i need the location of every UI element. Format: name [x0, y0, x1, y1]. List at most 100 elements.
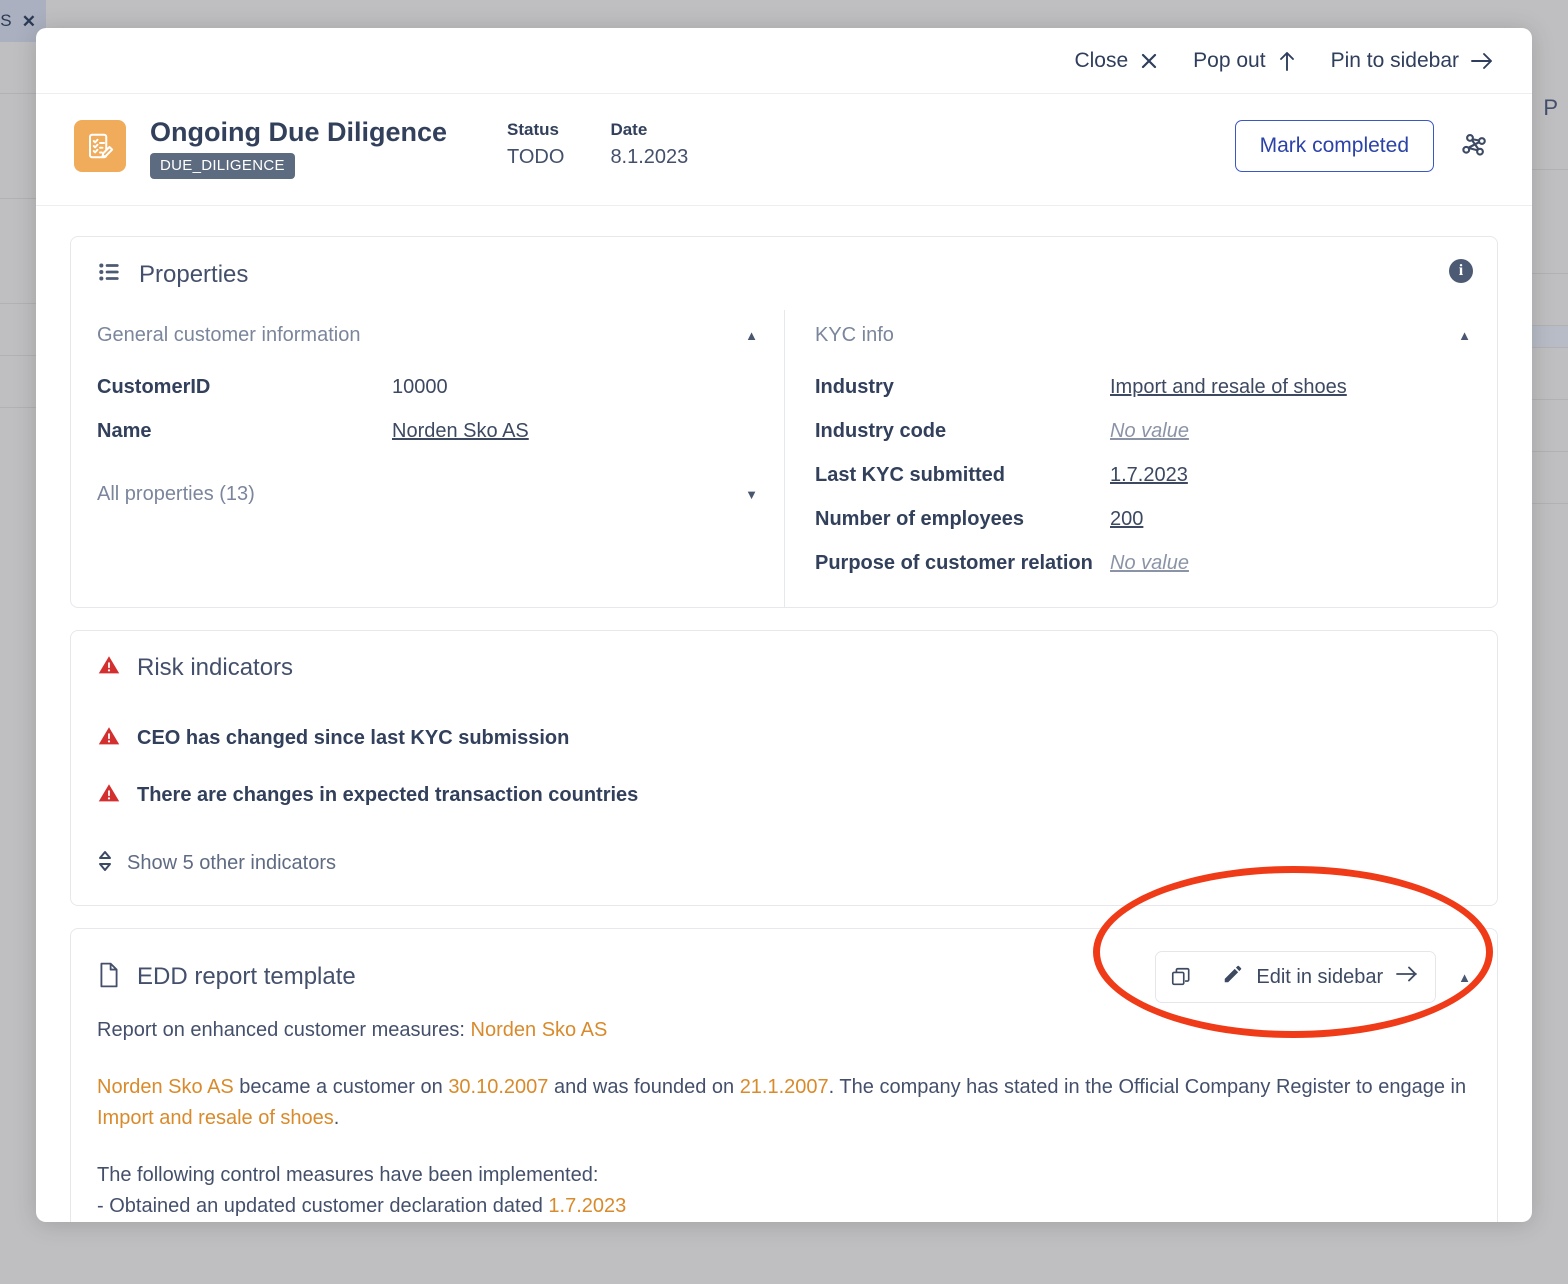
task-header: Ongoing Due Diligence DUE_DILIGENCE Stat… [36, 94, 1532, 207]
list-icon [97, 259, 123, 290]
general-customer-information-group: General customer information ▲ CustomerI… [71, 310, 784, 607]
property-row: Purpose of customer relation No value [815, 541, 1471, 585]
close-button[interactable]: Close [1074, 49, 1159, 73]
header-actions: Mark completed [1234, 120, 1494, 172]
edit-in-sidebar-button[interactable]: Edit in sidebar [1206, 952, 1436, 1003]
pin-to-sidebar-button[interactable]: Pin to sidebar [1331, 49, 1494, 73]
property-key: Number of employees [815, 508, 1024, 531]
properties-title: Properties [139, 260, 249, 288]
risk-indicator-item[interactable]: CEO has changed since last KYC submissio… [97, 710, 1471, 767]
chevron-down-icon: ▼ [745, 487, 758, 503]
edd-declaration-date: 1.7.2023 [548, 1195, 627, 1218]
general-customer-information-toggle[interactable]: General customer information ▲ [97, 320, 758, 365]
edd-text: and was founded on [548, 1076, 740, 1099]
warning-triangle-icon [97, 781, 121, 810]
edd-controls-intro: The following control measures have been… [97, 1164, 599, 1187]
network-graph-icon[interactable] [1456, 127, 1494, 165]
date-value: 8.1.2023 [610, 146, 689, 168]
group-label: General customer information [97, 324, 361, 347]
warning-triangle-icon [97, 653, 121, 682]
close-icon[interactable]: ✕ [22, 13, 36, 30]
expand-vertical-icon [97, 850, 113, 877]
edd-company-name: Norden Sko AS [470, 1019, 608, 1042]
status-field: Status TODO [507, 120, 564, 169]
pencil-icon [1222, 963, 1244, 991]
properties-card: Properties i General customer informatio… [70, 236, 1498, 609]
property-value: 10000 [392, 376, 448, 399]
show-other-indicators-button[interactable]: Show 5 other indicators [97, 850, 1471, 877]
edd-report-body: Report on enhanced customer measures: No… [97, 1003, 1471, 1222]
date-label: Date [610, 120, 648, 139]
page-title: Ongoing Due Diligence [150, 117, 448, 147]
chevron-up-icon[interactable]: ▲ [1458, 971, 1471, 984]
all-properties-toggle[interactable]: All properties (13) ▼ [97, 453, 758, 510]
group-label: KYC info [815, 324, 894, 347]
task-meta: Status TODO Date 8.1.2023 [507, 120, 688, 169]
all-properties-label: All properties (13) [97, 483, 255, 506]
warning-triangle-icon [97, 724, 121, 753]
property-value-link[interactable]: Norden Sko AS [392, 418, 529, 444]
edd-text: . The company has stated in the Official… [828, 1076, 1467, 1099]
background-tab-label: AS [0, 11, 12, 30]
property-key: Name [97, 420, 152, 443]
property-key: CustomerID [97, 376, 211, 399]
copy-icon[interactable] [1156, 955, 1207, 1000]
edd-control-line-1: - Obtained an updated customer declarati… [97, 1191, 1471, 1222]
arrow-right-icon [1395, 965, 1419, 989]
property-row: CustomerID 10000 [97, 365, 758, 409]
property-value-link[interactable]: 1.7.2023 [1110, 462, 1188, 488]
risk-indicator-label: There are changes in expected transactio… [137, 784, 639, 807]
risk-indicator-label: CEO has changed since last KYC submissio… [137, 727, 570, 750]
edd-founded-date: 21.1.2007 [739, 1076, 829, 1099]
close-x-icon [1139, 51, 1159, 71]
risk-indicators-title: Risk indicators [137, 653, 294, 681]
pin-to-sidebar-button-label: Pin to sidebar [1330, 48, 1459, 72]
arrow-up-icon [1277, 50, 1297, 72]
property-row: Last KYC submitted 1.7.2023 [815, 453, 1471, 497]
arrow-right-icon [1470, 51, 1494, 71]
property-value-link[interactable]: 200 [1110, 506, 1143, 532]
edd-intro-text: Report on enhanced customer measures: [97, 1019, 471, 1042]
property-key: Last KYC submitted [815, 464, 1006, 487]
task-detail-modal: Close Pop out Pin to sidebar Ongoing Due… [36, 28, 1532, 1222]
property-key: Industry [815, 376, 894, 399]
properties-grid: General customer information ▲ CustomerI… [71, 310, 1497, 608]
chevron-up-icon: ▲ [745, 328, 758, 344]
risk-indicators-card: Risk indicators CEO has changed since la… [70, 630, 1498, 907]
pop-out-button[interactable]: Pop out [1193, 49, 1296, 73]
chevron-up-icon: ▲ [1458, 328, 1471, 344]
close-button-label: Close [1074, 48, 1129, 72]
show-other-indicators-label: Show 5 other indicators [127, 852, 337, 875]
property-row: Industry code No value [815, 409, 1471, 453]
edd-report-actions: Edit in sidebar ▲ [1155, 951, 1471, 1004]
property-value-link[interactable]: Import and resale of shoes [1110, 374, 1347, 400]
edd-customer-since-date: 30.10.2007 [448, 1076, 549, 1099]
edit-in-sidebar-label: Edit in sidebar [1256, 965, 1384, 988]
edd-text: - Obtained an updated customer declarati… [97, 1195, 549, 1218]
edd-paragraph-history: Norden Sko AS became a customer on 30.10… [97, 1072, 1471, 1134]
info-icon[interactable]: i [1449, 259, 1473, 284]
edd-paragraph-intro: Report on enhanced customer measures: No… [97, 1015, 1471, 1046]
property-row: Name Norden Sko AS [97, 409, 758, 453]
mark-completed-button[interactable]: Mark completed [1234, 120, 1434, 172]
status-label: Status [507, 120, 559, 139]
status-value: TODO [507, 146, 565, 168]
edd-company-name: Norden Sko AS [97, 1076, 234, 1099]
kyc-info-toggle[interactable]: KYC info ▲ [815, 320, 1471, 365]
document-icon [97, 962, 121, 993]
risk-indicators-header: Risk indicators [97, 653, 1471, 682]
property-value-empty[interactable]: No value [1110, 418, 1189, 444]
edd-industry: Import and resale of shoes [97, 1107, 334, 1130]
edd-button-group: Edit in sidebar [1155, 951, 1437, 1004]
risk-indicator-item[interactable]: There are changes in expected transactio… [97, 767, 1471, 824]
property-key: Industry code [815, 420, 947, 443]
property-value-empty[interactable]: No value [1110, 550, 1189, 576]
task-type-badge: DUE_DILIGENCE [150, 153, 295, 180]
property-row: Number of employees 200 [815, 497, 1471, 541]
properties-card-header: Properties i [71, 237, 1497, 296]
property-key: Purpose of customer relation [815, 552, 1093, 575]
edd-paragraph-controls: The following control measures have been… [97, 1160, 1471, 1222]
edd-report-template-card: EDD report template Edit in sidebar ▲ Re… [70, 928, 1498, 1222]
date-field: Date 8.1.2023 [610, 120, 688, 169]
modal-body: Properties i General customer informatio… [36, 206, 1532, 1222]
